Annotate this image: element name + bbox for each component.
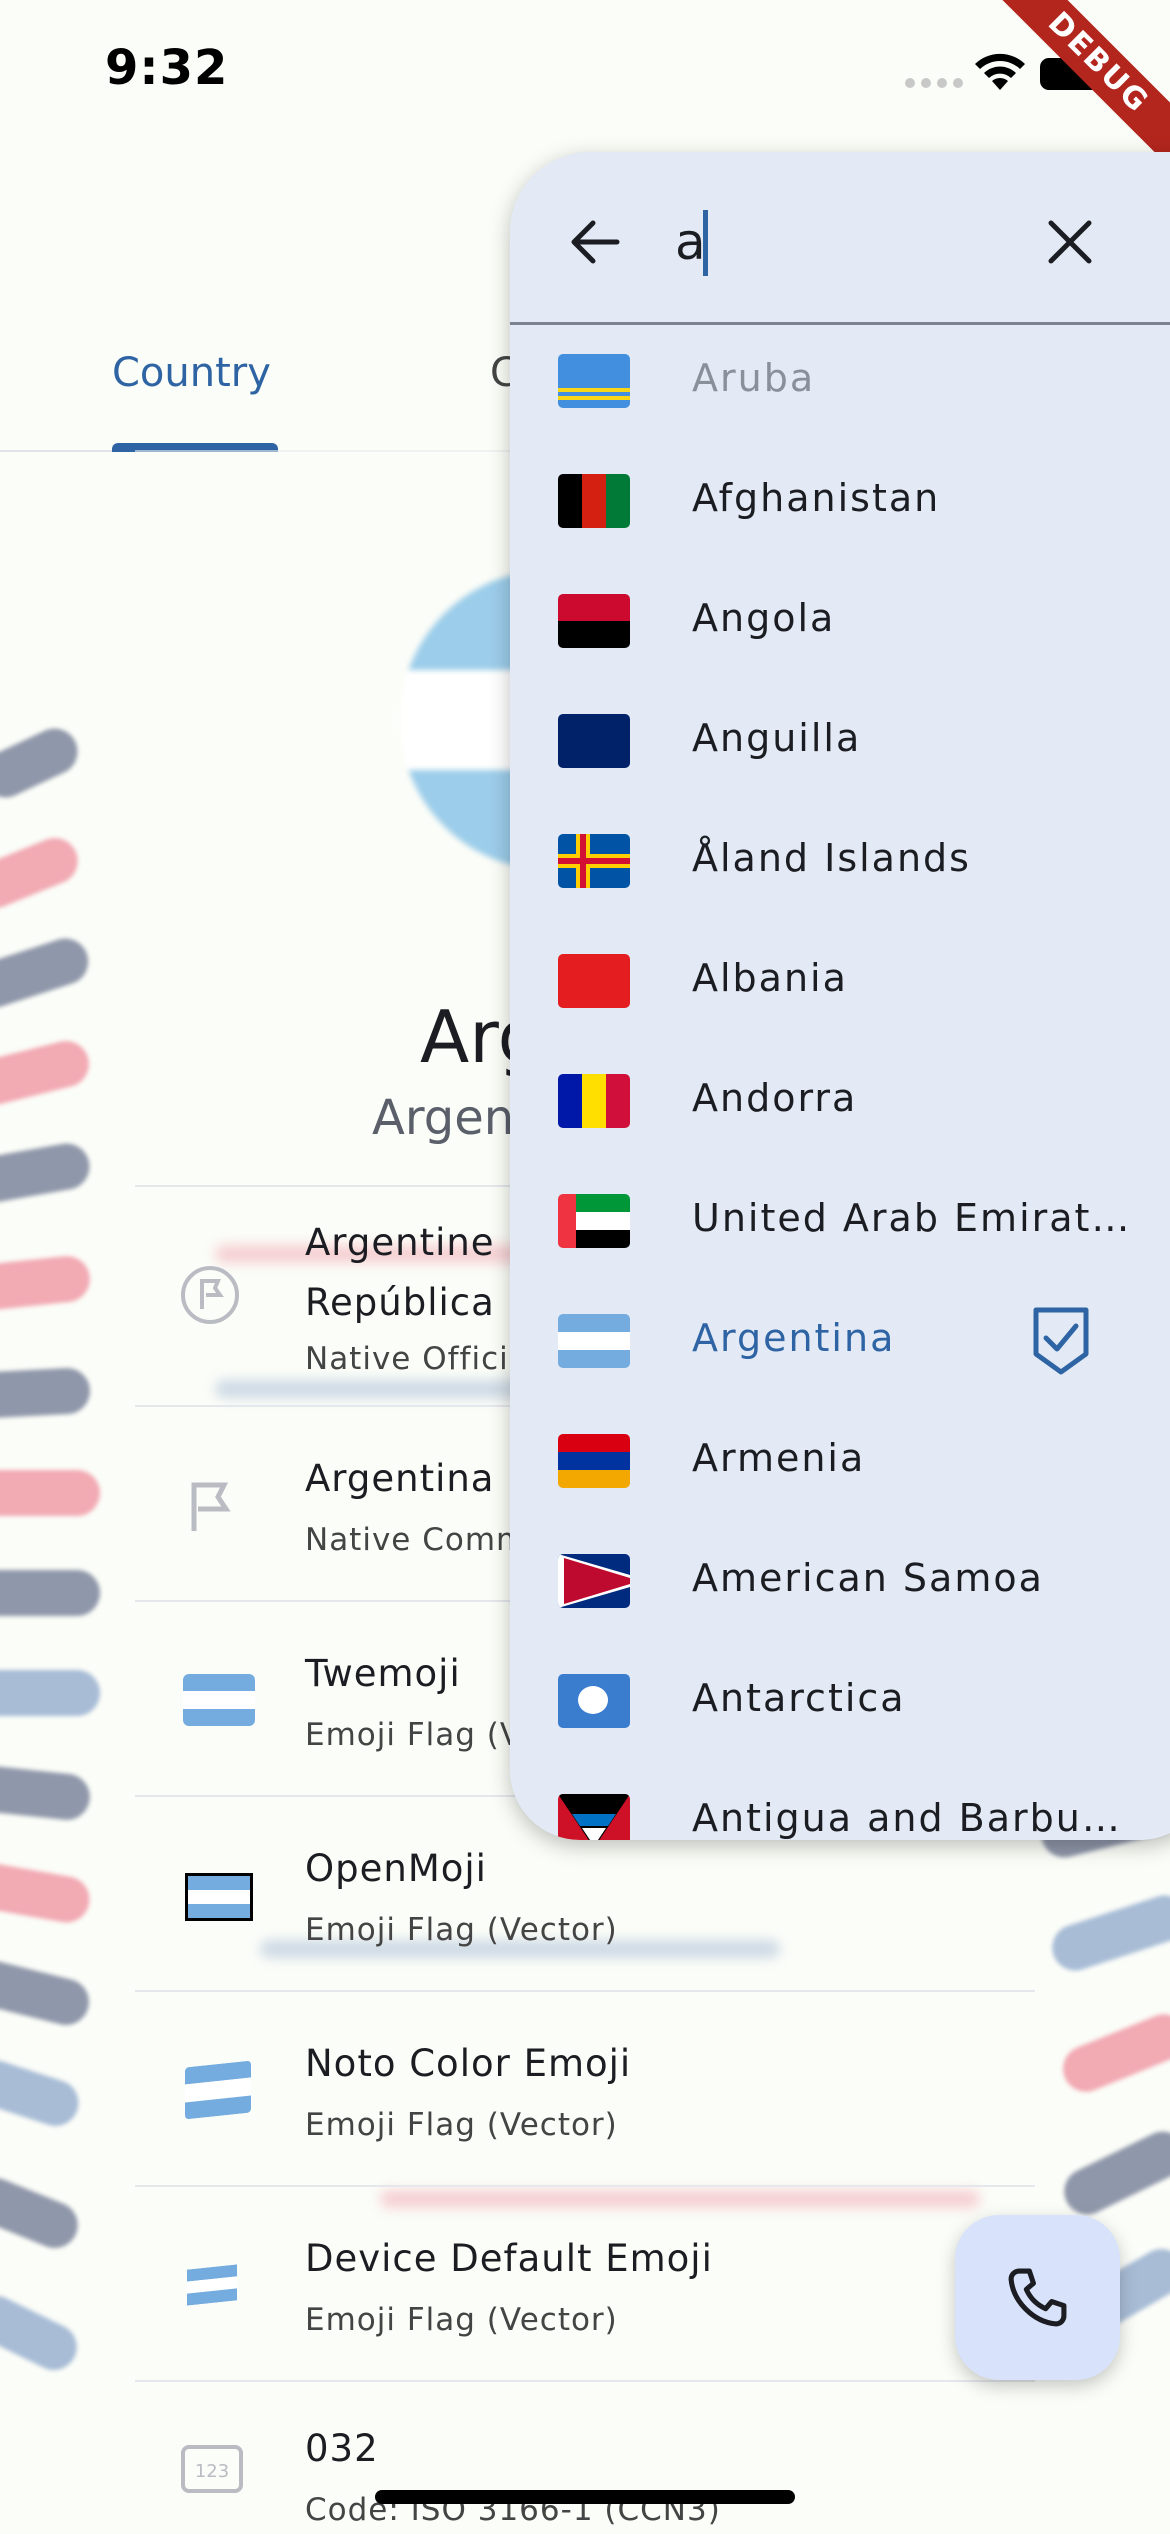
- row-title: Argentine: [305, 1221, 495, 1264]
- call-button[interactable]: [955, 2215, 1120, 2380]
- result-label: Armenia: [692, 1436, 866, 1480]
- result-angola[interactable]: Angola: [510, 562, 1170, 682]
- row-subtitle: Native Offici: [305, 1341, 509, 1377]
- country-subtitle: Argent: [372, 1090, 533, 1146]
- andorra-flag: [558, 1074, 630, 1128]
- result-american-samoa[interactable]: American Samoa: [510, 1522, 1170, 1642]
- svg-text:123: 123: [195, 2461, 229, 2482]
- albania-flag: [558, 954, 630, 1008]
- row-subtitle: Native Comm: [305, 1522, 528, 1558]
- country-search-dropdown: Aruba Afghanistan Angola Anguilla Åland …: [510, 152, 1170, 1840]
- row-title: Argentina: [305, 1457, 495, 1500]
- result-antigua-and-barbuda[interactable]: Antigua and Barbu…: [510, 1762, 1170, 1840]
- argentina-flag-noto: [185, 2060, 251, 2120]
- row-subtitle: Emoji Flag (Vector): [305, 2107, 618, 2143]
- list-item[interactable]: 123 032 Code: ISO 3166-1 (CCN3): [135, 2380, 1035, 2534]
- result-label: Albania: [692, 956, 848, 1000]
- search-input[interactable]: [675, 207, 1015, 277]
- result-united-arab-emirates[interactable]: United Arab Emirat…: [510, 1162, 1170, 1282]
- tab-country[interactable]: Country: [112, 350, 271, 396]
- row-subtitle: Emoji Flag (Vector): [305, 2302, 618, 2338]
- flag-outline-icon: [181, 1266, 239, 1324]
- result-andorra[interactable]: Andorra: [510, 1042, 1170, 1162]
- armenia-flag: [558, 1434, 630, 1488]
- text-cursor: [703, 210, 708, 276]
- american-samoa-flag: [558, 1554, 630, 1608]
- result-anguilla[interactable]: Anguilla: [510, 682, 1170, 802]
- home-indicator: [375, 2490, 795, 2504]
- row-title: OpenMoji: [305, 1847, 487, 1890]
- search-bar: [510, 152, 1170, 325]
- phone-icon: [1008, 2268, 1067, 2327]
- argentina-flag: [558, 1314, 630, 1368]
- flag-icon: [191, 1482, 231, 1531]
- list-item[interactable]: Noto Color Emoji Emoji Flag (Vector): [135, 1990, 1035, 2187]
- result-label: United Arab Emirat…: [692, 1196, 1132, 1240]
- row-subtitle: Emoji Flag (Vector): [305, 1912, 618, 1948]
- argentina-flag-twemoji: [183, 1674, 255, 1726]
- aruba-flag: [558, 354, 630, 408]
- result-armenia[interactable]: Armenia: [510, 1402, 1170, 1522]
- result-label: Aruba: [692, 356, 816, 400]
- aland-flag: [558, 834, 630, 888]
- afghanistan-flag: [558, 474, 630, 528]
- search-results-list: Aruba Afghanistan Angola Anguilla Åland …: [510, 322, 1170, 1840]
- selected-check-icon: [1033, 1307, 1089, 1375]
- uae-flag: [558, 1194, 630, 1248]
- result-label: Angola: [692, 596, 836, 640]
- row-title: Twemoji: [305, 1652, 461, 1695]
- result-albania[interactable]: Albania: [510, 922, 1170, 1042]
- argentina-flag-openmoji: [185, 1873, 253, 1921]
- row-title: Noto Color Emoji: [305, 2042, 632, 2085]
- result-label: Argentina: [692, 1316, 896, 1360]
- close-icon[interactable]: [1045, 217, 1095, 267]
- list-item[interactable]: Device Default Emoji Emoji Flag (Vector): [135, 2185, 1035, 2382]
- anguilla-flag: [558, 714, 630, 768]
- cellular-signal-icon: [905, 78, 963, 88]
- antarctica-flag: [558, 1674, 630, 1728]
- wifi-icon: [975, 53, 1025, 90]
- status-bar: 9:32 DEBUG: [0, 0, 1170, 186]
- result-label: Afghanistan: [692, 476, 941, 520]
- arrow-left-icon[interactable]: [565, 212, 625, 272]
- result-label: Åland Islands: [692, 836, 971, 880]
- status-time: 9:32: [105, 40, 229, 96]
- argentina-flag-device: [187, 2264, 237, 2306]
- result-label: Antigua and Barbu…: [692, 1796, 1122, 1840]
- result-aruba[interactable]: Aruba: [510, 322, 1170, 442]
- angola-flag: [558, 594, 630, 648]
- result-afghanistan[interactable]: Afghanistan: [510, 442, 1170, 562]
- row-subtitle: Emoji Flag (V: [305, 1717, 523, 1753]
- result-aland-islands[interactable]: Åland Islands: [510, 802, 1170, 922]
- result-label: Anguilla: [692, 716, 862, 760]
- row-title-line2: República: [305, 1281, 495, 1324]
- row-title: Device Default Emoji: [305, 2237, 713, 2280]
- result-label: Andorra: [692, 1076, 858, 1120]
- row-title: 032: [305, 2427, 379, 2470]
- result-label: American Samoa: [692, 1556, 1044, 1600]
- result-antarctica[interactable]: Antarctica: [510, 1642, 1170, 1762]
- number-123-icon: 123: [181, 2445, 243, 2493]
- antigua-flag: [558, 1794, 630, 1840]
- result-label: Antarctica: [692, 1676, 906, 1720]
- result-argentina[interactable]: Argentina: [510, 1282, 1170, 1402]
